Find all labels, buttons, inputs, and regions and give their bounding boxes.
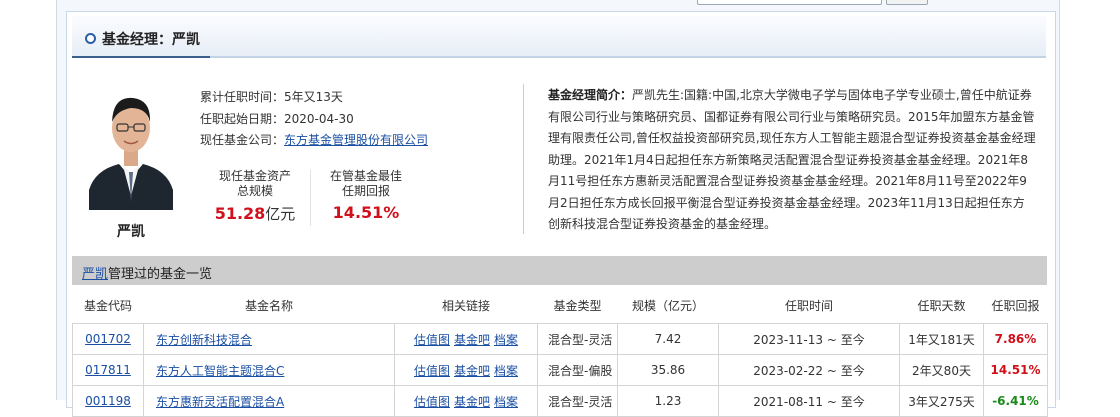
fund-profile-link[interactable]: 档案 <box>494 364 518 378</box>
aum-label: 现任基金资产 总规模 <box>200 169 310 199</box>
fund-profile-link[interactable]: 档案 <box>494 333 518 347</box>
start-date-value: 2020-04-30 <box>284 112 354 126</box>
bio-text: 严凯先生:国籍:中国,北京大学微电子学与固体电子学专业硕士,曾任中航证券有限公司… <box>548 88 1036 231</box>
fund-scale-cell: 35.86 <box>617 354 719 386</box>
manager-photo-icon <box>89 97 173 210</box>
aum-number: 51.28 <box>214 204 266 223</box>
fund-period-cell: 2021-08-11 ~ 至今 <box>718 385 900 417</box>
manager-photo <box>85 86 177 210</box>
fund-profile-link[interactable]: 档案 <box>494 395 518 409</box>
fund-list-header: 严凯管理过的基金一览 <box>72 256 1047 285</box>
valuation-chart-link[interactable]: 估值图 <box>414 364 450 378</box>
fund-name-cell: 东方人工智能主题混合C <box>143 354 395 386</box>
fund-links-cell: 估值图 基金吧 档案 <box>394 323 538 355</box>
company-label: 现任基金公司： <box>200 133 285 147</box>
search-button[interactable] <box>886 0 928 5</box>
fund-links-cell: 估值图 基金吧 档案 <box>394 385 538 417</box>
circle-bullet-icon <box>85 33 96 44</box>
fund-name-cell: 东方创新科技混合 <box>143 323 395 355</box>
best-return-label-line1: 在管基金最佳 <box>329 169 402 183</box>
col-header-name: 基金名称 <box>143 287 395 324</box>
fund-code-cell: 001702 <box>72 323 144 355</box>
fund-days-cell: 2年又80天 <box>899 354 984 386</box>
fund-period-cell: 2023-02-22 ~ 至今 <box>718 354 900 386</box>
start-date-label: 任职起始日期： <box>200 112 285 126</box>
aum-label-line2: 总规模 <box>236 184 273 198</box>
col-header-links: 相关链接 <box>394 287 538 324</box>
fund-period-cell: 2023-11-13 ~ 至今 <box>718 323 900 355</box>
fund-name-cell: 东方惠新灵活配置混合A <box>143 385 395 417</box>
fund-forum-link[interactable]: 基金吧 <box>454 395 490 409</box>
aum-label-line1: 现任基金资产 <box>218 169 291 183</box>
fund-type-cell: 混合型-偏股 <box>537 354 618 386</box>
manager-name-link[interactable]: 严凯 <box>82 267 108 282</box>
fund-return-cell: 14.51% <box>983 354 1048 386</box>
valuation-chart-link[interactable]: 估值图 <box>414 395 450 409</box>
fund-name-link[interactable]: 东方人工智能主题混合C <box>156 364 284 378</box>
table-row: 017811 东方人工智能主题混合C 估值图 基金吧 档案 混合型-偏股 35.86… <box>72 354 1048 386</box>
best-return-label-line2: 任期回报 <box>341 184 390 198</box>
fund-days-cell: 3年又275天 <box>899 385 984 417</box>
fund-links-cell: 估值图 基金吧 档案 <box>394 354 538 386</box>
fund-code-link[interactable]: 017811 <box>85 363 131 377</box>
col-header-period: 任职时间 <box>718 287 900 324</box>
table-row: 001198 东方惠新灵活配置混合A 估值图 基金吧 档案 混合型-灵活 1.23 … <box>72 385 1048 417</box>
fund-type-cell: 混合型-灵活 <box>537 385 618 417</box>
manager-bio: 基金经理简介：严凯先生:国籍:中国,北京大学微电子学与固体电子学专业硕士,曾任中… <box>548 85 1036 236</box>
valuation-chart-link[interactable]: 估值图 <box>414 333 450 347</box>
col-header-return: 任职回报 <box>983 287 1048 324</box>
fund-return-cell: 7.86% <box>983 323 1048 355</box>
fund-type-cell: 混合型-灵活 <box>537 323 618 355</box>
fund-code-cell: 001198 <box>72 385 144 417</box>
fund-scale-cell: 1.23 <box>617 385 719 417</box>
fund-scale-cell: 7.42 <box>617 323 719 355</box>
tenure-label: 累计任职时间： <box>200 90 285 104</box>
col-header-days: 任职天数 <box>899 287 984 324</box>
fund-return-cell: -6.41% <box>983 385 1048 417</box>
fund-forum-link[interactable]: 基金吧 <box>454 333 490 347</box>
aum-value: 51.28亿元 <box>200 203 310 224</box>
fund-days-cell: 1年又181天 <box>899 323 984 355</box>
company-link[interactable]: 东方基金管理股份有限公司 <box>284 133 428 147</box>
tenure-value: 5年又13天 <box>284 90 343 104</box>
fund-name-link[interactable]: 东方创新科技混合 <box>156 333 252 347</box>
fund-code-link[interactable]: 001702 <box>85 332 131 346</box>
fund-list-title: 严凯管理过的基金一览 <box>82 263 212 282</box>
tenure-line: 累计任职时间：5年又13天 <box>200 88 343 105</box>
company-line: 现任基金公司：东方基金管理股份有限公司 <box>200 131 428 148</box>
best-return-label: 在管基金最佳 任期回报 <box>311 169 421 199</box>
fund-table: 基金代码 基金名称 相关链接 基金类型 规模（亿元） 任职时间 任职天数 任职回… <box>72 287 1048 417</box>
bio-label: 基金经理简介： <box>548 88 633 102</box>
fund-code-link[interactable]: 001198 <box>85 394 131 408</box>
start-date-line: 任职起始日期：2020-04-30 <box>200 110 354 127</box>
fund-list-title-suffix: 管理过的基金一览 <box>108 267 213 282</box>
fund-name-link[interactable]: 东方惠新灵活配置混合A <box>156 395 284 409</box>
panel-header: 基金经理：严凯 <box>72 16 1046 58</box>
table-row: 001702 东方创新科技混合 估值图 基金吧 档案 混合型-灵活 7.42 202… <box>72 323 1048 355</box>
table-header-row: 基金代码 基金名称 相关链接 基金类型 规模（亿元） 任职时间 任职天数 任职回… <box>72 287 1048 324</box>
manager-name: 严凯 <box>117 224 145 240</box>
aum-unit: 亿元 <box>265 205 296 223</box>
col-header-code: 基金代码 <box>72 287 144 324</box>
fund-forum-link[interactable]: 基金吧 <box>454 364 490 378</box>
best-return-value: 14.51% <box>332 203 400 222</box>
search-input[interactable] <box>697 0 882 5</box>
fund-code-cell: 017811 <box>72 354 144 386</box>
section-divider <box>523 84 524 234</box>
header-underline <box>72 56 210 58</box>
col-header-type: 基金类型 <box>537 287 618 324</box>
col-header-scale: 规模（亿元） <box>617 287 719 324</box>
page-title: 基金经理：严凯 <box>102 32 200 48</box>
